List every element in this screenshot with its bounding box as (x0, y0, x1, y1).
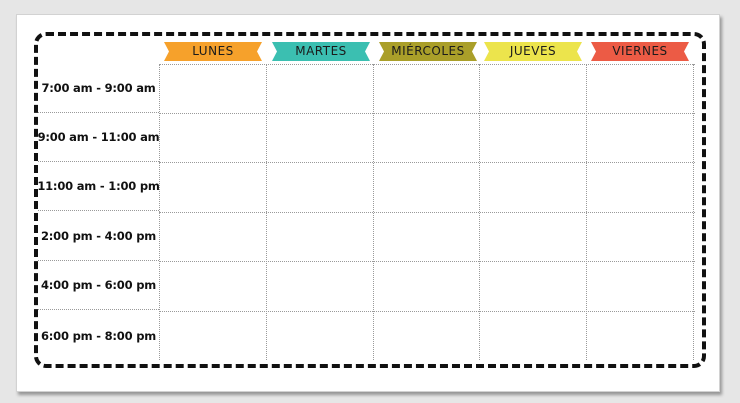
row-divider (159, 311, 695, 312)
time-slot-label: 11:00 am - 1:00 pm (37, 179, 160, 193)
day-label: VIERNES (612, 44, 668, 58)
row-divider (159, 64, 695, 65)
row-divider (159, 113, 695, 114)
day-header-martes: MARTES (272, 42, 370, 61)
time-slot-label: 7:00 am - 9:00 am (41, 81, 156, 95)
time-slot-row: 2:00 pm - 4:00 pm (38, 212, 159, 261)
day-label: LUNES (192, 44, 234, 58)
time-slot-label: 6:00 pm - 8:00 pm (40, 328, 157, 343)
day-header-miercoles: MIÉRCOLES (379, 42, 477, 61)
day-header-viernes: VIERNES (591, 42, 689, 61)
row-divider (159, 162, 695, 163)
time-slot-label: 9:00 am - 11:00 am (37, 130, 160, 144)
day-label: MARTES (295, 44, 347, 58)
row-divider (159, 212, 695, 213)
time-slot-row: 6:00 pm - 8:00 pm (38, 311, 159, 360)
day-header-lunes: LUNES (164, 42, 262, 61)
row-divider (159, 261, 695, 262)
day-label: JUEVES (509, 44, 557, 58)
timetable-grid: LUNES MARTES MIÉRCOLES JUEVES VIERNES 7:… (37, 36, 698, 364)
time-slot-label: 2:00 pm - 4:00 pm (40, 229, 157, 243)
schedule-cells (159, 64, 695, 360)
time-slot-row: 4:00 pm - 6:00 pm (38, 261, 159, 310)
day-label: MIÉRCOLES (391, 44, 465, 58)
day-header-jueves: JUEVES (484, 42, 582, 61)
time-slot-row: 9:00 am - 11:00 am (37, 113, 160, 162)
time-slot-row: 7:00 am - 9:00 am (38, 64, 159, 113)
time-slot-label: 4:00 pm - 6:00 pm (40, 278, 157, 292)
time-slot-row: 11:00 am - 1:00 pm (37, 162, 160, 211)
